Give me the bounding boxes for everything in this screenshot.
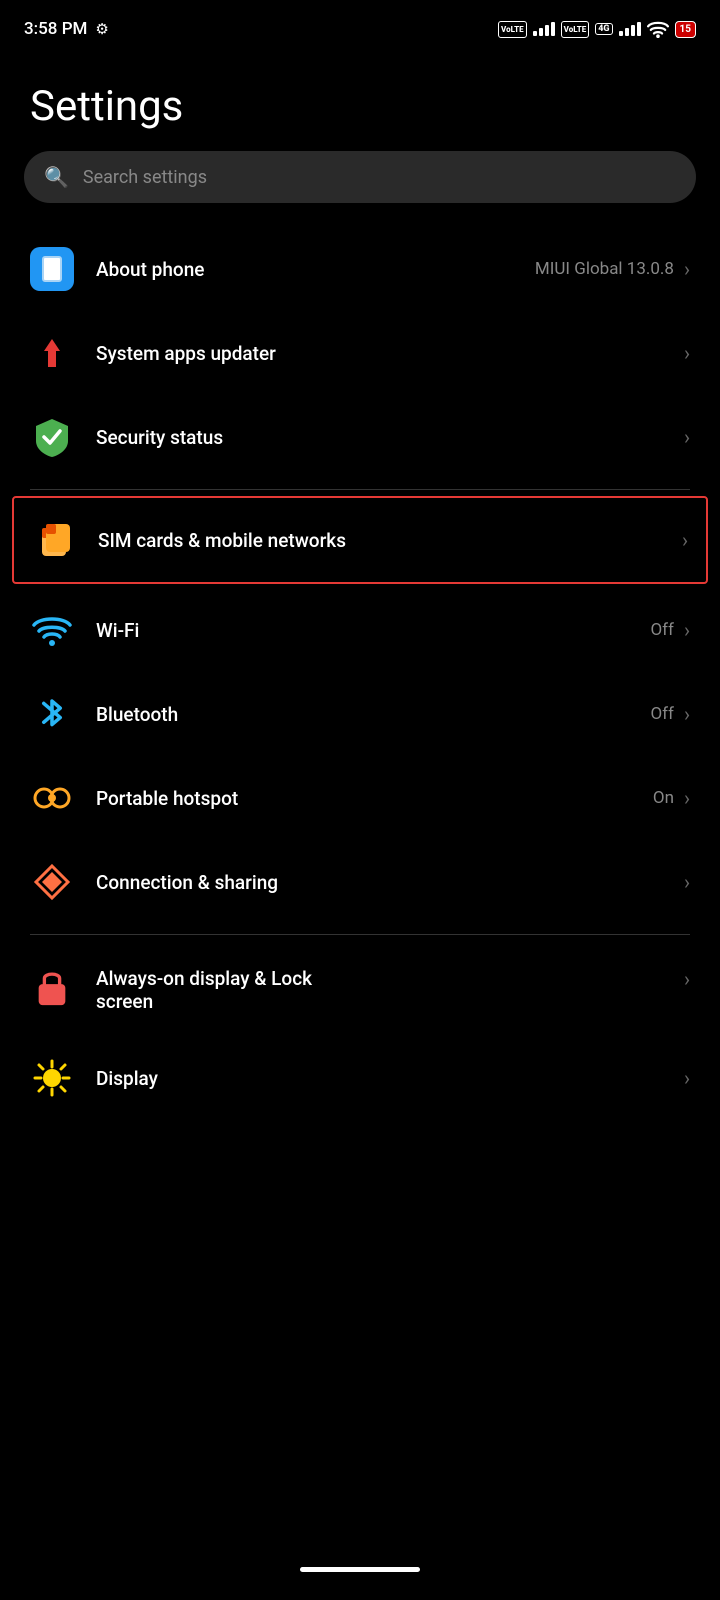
system-apps-chevron: › [684, 341, 690, 365]
volte1-icon: VoLTE [498, 21, 527, 38]
connection-sharing-item[interactable]: Connection & sharing › [0, 840, 720, 924]
security-status-chevron: › [684, 425, 690, 449]
about-phone-label: About phone [96, 258, 204, 281]
display-chevron: › [684, 1066, 690, 1090]
page-title: Settings [0, 52, 720, 151]
hotspot-content: Portable hotspot [96, 787, 653, 810]
display-content: Display [96, 1067, 684, 1090]
always-on-content: Always-on display & Lockscreen [96, 967, 684, 1013]
display-icon-container [30, 1056, 74, 1100]
connection-chevron: › [684, 870, 690, 894]
display-item[interactable]: Display › [0, 1033, 720, 1113]
sim-icon-container [32, 518, 76, 562]
lock-icon-container [30, 965, 74, 1009]
connection-label: Connection & sharing [96, 871, 278, 894]
bluetooth-chevron: › [684, 702, 690, 726]
system-apps-icon [30, 331, 74, 375]
section-top: About phone MIUI Global 13.0.8 › System … [0, 227, 720, 483]
status-icons: VoLTE VoLTE 4G 15 [498, 20, 696, 38]
hotspot-label: Portable hotspot [96, 787, 238, 810]
battery-percent: 15 [680, 24, 691, 35]
status-bar: 3:58 PM ⚙ VoLTE VoLTE 4G [0, 0, 720, 52]
lock-settings-icon [34, 967, 70, 1007]
sim-cards-item[interactable]: SIM cards & mobile networks › [12, 496, 708, 584]
sim-cards-content: SIM cards & mobile networks [98, 529, 682, 552]
4g-icon: 4G [595, 23, 612, 35]
display-label: Display [96, 1067, 158, 1090]
section-display: Always-on display & Lockscreen › Display… [0, 941, 720, 1117]
wifi-icon-container [30, 608, 74, 652]
wifi-label: Wi-Fi [96, 619, 139, 642]
bluetooth-settings-icon [34, 694, 70, 734]
system-apps-updater-item[interactable]: System apps updater › [0, 311, 720, 395]
bluetooth-label: Bluetooth [96, 703, 178, 726]
battery-indicator: 15 [675, 21, 696, 38]
about-phone-icon [30, 247, 74, 291]
signal1-bars [533, 22, 555, 36]
display-settings-icon [33, 1059, 71, 1097]
security-status-label: Security status [96, 426, 223, 449]
divider-2 [30, 934, 690, 935]
bluetooth-value: Off [650, 704, 684, 724]
hotspot-settings-icon [32, 778, 72, 818]
security-status-icon [30, 415, 74, 459]
divider-1 [30, 489, 690, 490]
connection-content: Connection & sharing [96, 871, 684, 894]
wifi-icon [647, 20, 669, 38]
wifi-item[interactable]: Wi-Fi Off › [0, 588, 720, 672]
bluetooth-content: Bluetooth [96, 703, 650, 726]
search-placeholder: Search settings [83, 167, 207, 188]
system-apps-content: System apps updater [96, 342, 684, 365]
connection-sharing-icon [32, 862, 72, 902]
about-phone-item[interactable]: About phone MIUI Global 13.0.8 › [0, 227, 720, 311]
about-phone-content: About phone [96, 258, 535, 281]
wifi-chevron: › [684, 618, 690, 642]
security-status-item[interactable]: Security status › [0, 395, 720, 479]
search-icon: 🔍 [44, 165, 69, 189]
wifi-value: Off [650, 620, 684, 640]
status-time: 3:58 PM ⚙ [24, 19, 109, 39]
hotspot-value: On [653, 788, 684, 808]
search-bar[interactable]: 🔍 Search settings [24, 151, 696, 203]
about-phone-value: MIUI Global 13.0.8 [535, 259, 684, 279]
hotspot-chevron: › [684, 786, 690, 810]
always-on-display-item[interactable]: Always-on display & Lockscreen › [0, 941, 720, 1033]
connection-icon-container [30, 860, 74, 904]
home-indicator [300, 1567, 420, 1572]
security-status-content: Security status [96, 426, 684, 449]
bluetooth-item[interactable]: Bluetooth Off › [0, 672, 720, 756]
always-on-chevron: › [684, 967, 690, 991]
hotspot-item[interactable]: Portable hotspot On › [0, 756, 720, 840]
sim-cards-icon [34, 520, 74, 560]
section-connectivity: SIM cards & mobile networks › Wi-Fi Off … [0, 496, 720, 928]
always-on-label: Always-on display & Lockscreen [96, 967, 312, 1013]
wifi-content: Wi-Fi [96, 619, 650, 642]
about-phone-chevron: › [684, 257, 690, 281]
gear-icon: ⚙ [95, 20, 108, 38]
bluetooth-icon-container [30, 692, 74, 736]
time-display: 3:58 PM [24, 19, 87, 39]
shield-check-icon [32, 417, 72, 457]
arrow-up-icon [34, 335, 70, 371]
sim-cards-chevron: › [682, 528, 688, 552]
home-indicator-bar [0, 1545, 720, 1600]
hotspot-icon-container [30, 776, 74, 820]
system-apps-label: System apps updater [96, 342, 276, 365]
volte2-icon: VoLTE [561, 21, 590, 38]
sim-cards-label: SIM cards & mobile networks [98, 529, 346, 552]
wifi-settings-icon [32, 613, 72, 647]
signal2-bars [619, 22, 641, 36]
